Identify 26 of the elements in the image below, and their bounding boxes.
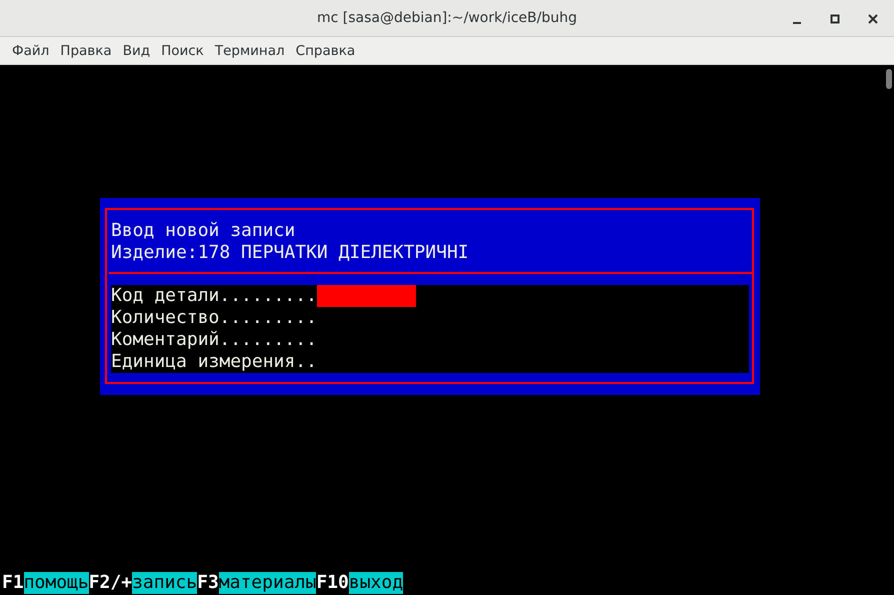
key-label[interactable]: выход — [348, 572, 404, 594]
menu-item[interactable]: Терминал — [210, 42, 292, 58]
menu-item[interactable]: Правка — [56, 42, 119, 58]
menu-item[interactable]: Вид — [118, 42, 158, 58]
field-label: Единица измерения.. — [111, 351, 317, 373]
minimize-icon — [793, 22, 801, 24]
key-label[interactable]: запись — [132, 572, 198, 594]
key-label[interactable]: материалы — [218, 572, 316, 594]
window-title: mc [sasa@debian]:~/work/iceB/buhg — [317, 10, 577, 26]
close-icon — [867, 13, 879, 25]
function-key: F1 — [2, 572, 24, 594]
dialog-subtitle: Изделие:178 ПЕРЧАТКИ ДІЕЛЕКТРИЧНІ — [111, 242, 470, 264]
field-label: Коментарий......... — [111, 329, 317, 351]
input-field[interactable] — [316, 285, 416, 307]
menu-item[interactable]: Файл — [8, 42, 56, 58]
maximize-icon — [829, 13, 841, 25]
field-label: Код детали......... — [111, 285, 317, 307]
menu-item[interactable]: Поиск — [157, 42, 211, 58]
key-label[interactable]: помощь — [24, 572, 89, 594]
function-key: F3 — [197, 572, 219, 594]
menu-item[interactable]: Справка — [292, 42, 362, 58]
scrollbar[interactable] — [886, 69, 892, 89]
field-label: Количество......... — [111, 307, 317, 329]
function-key: F10 — [316, 572, 349, 594]
function-key: F2/+ — [88, 572, 132, 594]
dialog-title: Ввод новой записи — [111, 220, 296, 242]
